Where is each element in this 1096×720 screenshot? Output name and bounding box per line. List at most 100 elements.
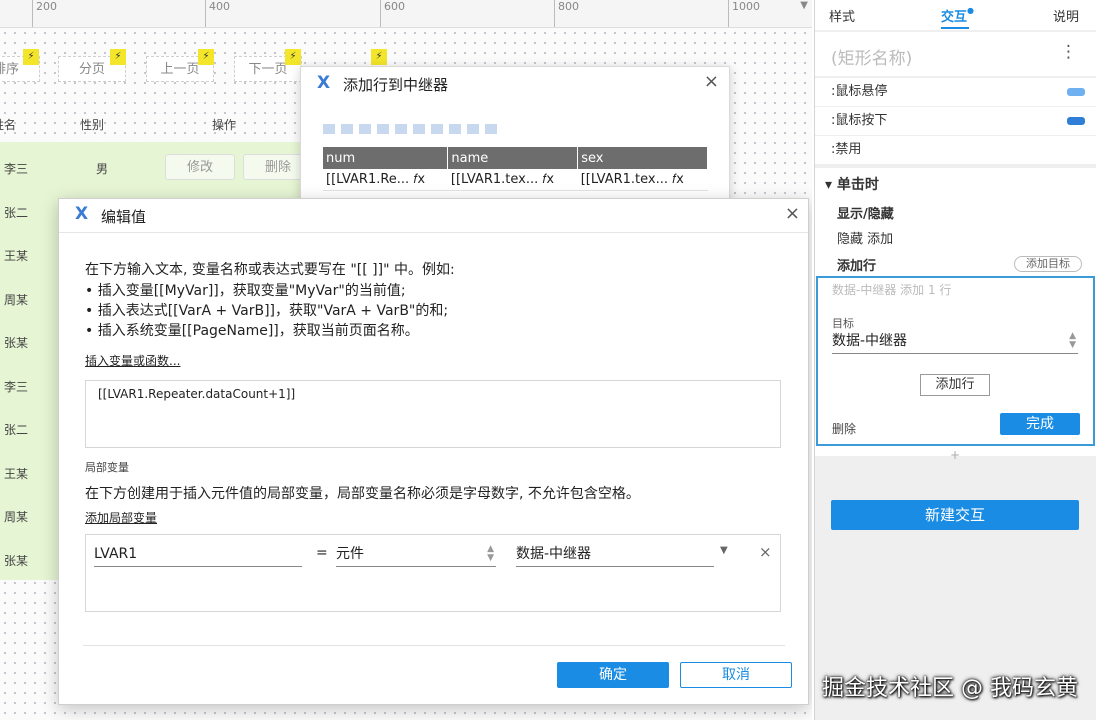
row-name: 张某	[4, 336, 29, 350]
add-row-to-repeater-dialog: X 添加行到中继器 × num name sex [[LVAR1.Re... 𝑓…	[300, 66, 730, 206]
fx-icon[interactable]: 𝑓x	[672, 172, 684, 187]
move-left-icon[interactable]	[467, 124, 479, 134]
ruler-tick: 400	[205, 0, 230, 27]
expression-textarea[interactable]: [[LVAR1.Repeater.dataCount+1]]	[85, 380, 781, 448]
chevron-down-icon[interactable]: ▼	[800, 0, 808, 11]
local-variables-list: LVAR1 = 元件 ▲ ▼ 数据-中继器 ▼ ×	[85, 534, 781, 612]
delete-row-icon[interactable]	[359, 124, 371, 134]
design-canvas[interactable]: 200 400 600 800 1000 ▼ 排序 分页 上一页 下一页 ⚡ ⚡…	[0, 0, 812, 720]
dialog-title: 添加行到中继器	[343, 76, 449, 94]
move-right-icon[interactable]	[485, 124, 497, 134]
insert-column-icon[interactable]	[341, 124, 353, 134]
row-gender: 男	[96, 162, 109, 176]
delete-column-icon[interactable]	[449, 124, 461, 134]
on-click-header[interactable]: ▾ 单击时	[825, 174, 879, 194]
widget-name-input[interactable]: (矩形名称)	[831, 44, 912, 69]
cell-value: [[LVAR1.Re...	[326, 172, 410, 187]
more-options-icon[interactable]: ⋮	[1060, 42, 1077, 62]
insert-variable-link[interactable]: 插入变量或函数...	[85, 352, 180, 369]
action-summary: 数据-中继器 添加 1 行	[832, 283, 952, 297]
cell-value: [[LVAR1.tex...	[450, 172, 539, 187]
tab-interactions[interactable]: 交互●	[941, 6, 974, 25]
horizontal-ruler: 200 400 600 800 1000 ▼	[0, 0, 812, 28]
active-tab-indicator	[941, 27, 969, 29]
variable-type-select[interactable]: 元件 ▲ ▼	[336, 543, 496, 567]
table-header-name: name	[447, 147, 579, 169]
new-interaction-button[interactable]: 新建交互	[831, 500, 1079, 530]
table-cell[interactable]: [[LVAR1.tex... 𝑓x	[577, 169, 708, 191]
fx-icon[interactable]: 𝑓x	[413, 172, 425, 187]
row-name: 王某	[4, 467, 29, 481]
show-hide-action[interactable]: 显示/隐藏	[837, 203, 894, 222]
style-swatch[interactable]	[1067, 117, 1085, 125]
ok-button[interactable]: 确定	[557, 662, 669, 688]
lightning-icon: ⚡	[371, 49, 387, 65]
style-swatch[interactable]	[1067, 88, 1085, 96]
column-header-name: 姓名	[0, 118, 17, 132]
fx-icon[interactable]: 𝑓x	[542, 172, 554, 187]
spinner-up-icon: ▲	[1069, 331, 1076, 341]
close-icon[interactable]: ×	[785, 203, 800, 224]
dialog-header: X 编辑值 ×	[59, 199, 808, 233]
event-label: :禁用	[831, 142, 862, 157]
close-icon[interactable]: ×	[704, 71, 719, 92]
insert-row-icon[interactable]	[323, 124, 335, 134]
table-header-num: num	[323, 147, 449, 169]
event-disabled[interactable]: :禁用	[815, 136, 1096, 164]
row-name: 周某	[4, 293, 29, 307]
chevron-down-icon[interactable]: ▼	[720, 545, 728, 556]
add-local-variable-link[interactable]: 添加局部变量	[85, 509, 157, 526]
properties-panel: 样式 交互● 说明 (矩形名称) ⋮ :鼠标悬停 :鼠标按下 :禁用 ▾ 单击时…	[814, 0, 1096, 720]
row-name: 王某	[4, 249, 29, 263]
remove-variable-icon[interactable]: ×	[759, 543, 772, 561]
show-hide-detail[interactable]: 隐藏 添加	[837, 228, 893, 247]
equals-sign: =	[316, 545, 328, 561]
cell-value: [[LVAR1.tex...	[580, 172, 668, 187]
column-right-icon[interactable]	[431, 124, 443, 134]
example-line: • 插入表达式[[VarA + VarB]]，获取"VarA + VarB"的和…	[85, 303, 449, 319]
ruler-tick: 1000	[728, 0, 760, 27]
tab-style[interactable]: 样式	[829, 6, 855, 25]
row-name: 周某	[4, 510, 29, 524]
column-left-icon[interactable]	[413, 124, 425, 134]
target-value: 数据-中继器	[832, 333, 908, 349]
row-name: 李三	[4, 162, 29, 176]
done-button[interactable]: 完成	[1000, 413, 1080, 435]
dialog-title: 编辑值	[101, 208, 147, 226]
add-interaction-plus-icon[interactable]: +	[950, 448, 960, 462]
delete-action-link[interactable]: 删除	[832, 420, 856, 437]
edit-button[interactable]: 修改	[165, 154, 235, 180]
widget-name-bar: (矩形名称) ⋮	[815, 32, 1096, 76]
target-select[interactable]: 数据-中继器 ▲ ▼	[832, 330, 1078, 354]
table-cell[interactable]: [[LVAR1.tex... 𝑓x	[447, 169, 578, 191]
table-row: [[LVAR1.Re... 𝑓x [[LVAR1.tex... 𝑓x [[LVA…	[323, 169, 708, 191]
lightning-icon: ⚡	[23, 49, 39, 65]
move-down-icon[interactable]	[395, 124, 407, 134]
variable-target-select[interactable]: 数据-中继器	[516, 543, 714, 567]
row-name: 张二	[4, 423, 29, 437]
tab-notes[interactable]: 说明	[1053, 6, 1079, 25]
event-mouse-down[interactable]: :鼠标按下	[815, 107, 1096, 135]
on-click-section: ▾ 单击时 显示/隐藏 隐藏 添加 添加行 添加目标 数据-中继器 添加 1 行…	[815, 168, 1096, 456]
spinner-down-icon: ▼	[1069, 340, 1076, 350]
spinner-up-icon: ▲	[487, 544, 494, 554]
tab-interactions-label: 交互	[941, 10, 968, 25]
divider	[83, 645, 785, 646]
lightning-icon: ⚡	[198, 49, 214, 65]
add-row-action[interactable]: 添加行	[837, 255, 876, 274]
example-line: • 插入变量[[MyVar]]，获取变量"MyVar"的当前值;	[85, 283, 406, 299]
watermark-text: 掘金技术社区 @ 我码玄黄	[822, 676, 1078, 701]
target-label: 目标	[832, 317, 854, 330]
variable-name-input[interactable]: LVAR1	[94, 543, 302, 567]
event-mouse-hover[interactable]: :鼠标悬停	[815, 78, 1096, 106]
event-label: :鼠标悬停	[831, 84, 888, 99]
table-cell[interactable]: [[LVAR1.Re... 𝑓x	[323, 169, 448, 191]
column-header-gender: 性别	[80, 118, 105, 132]
add-target-button[interactable]: 添加目标	[1014, 256, 1082, 272]
spinner-down-icon: ▼	[487, 553, 494, 563]
panel-tabs: 样式 交互● 说明	[815, 0, 1096, 30]
lightning-icon: ⚡	[110, 49, 126, 65]
cancel-button[interactable]: 取消	[680, 662, 792, 688]
add-row-button[interactable]: 添加行	[920, 374, 990, 396]
move-up-icon[interactable]	[377, 124, 389, 134]
